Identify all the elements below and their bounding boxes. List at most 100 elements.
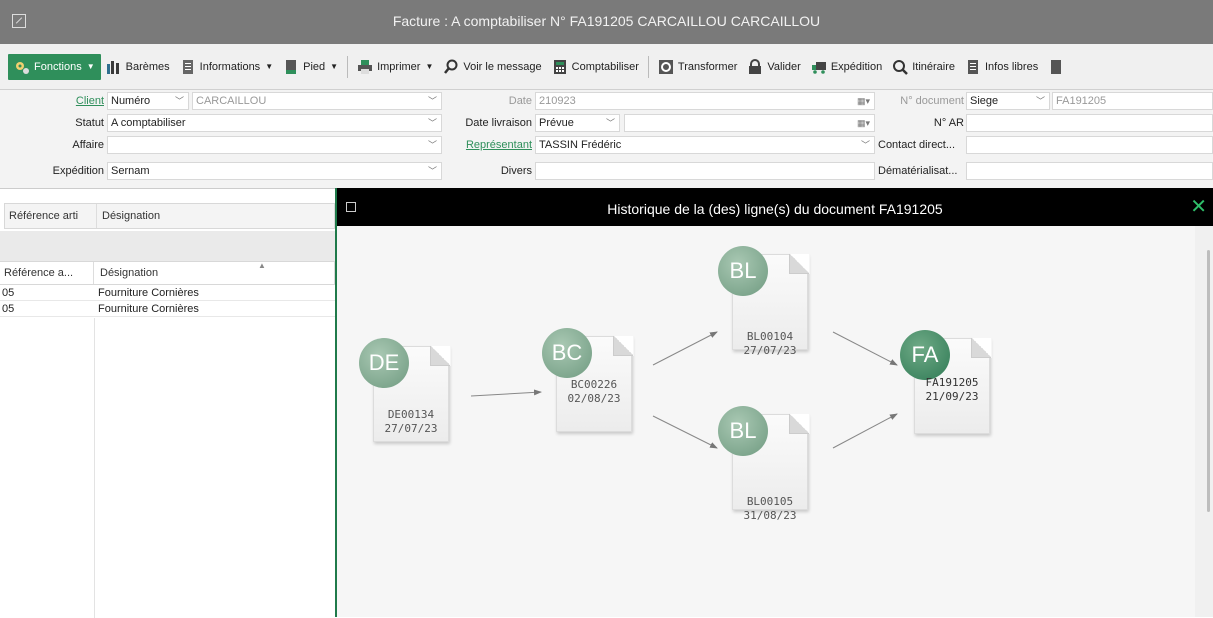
comptabiliser-label: Comptabiliser (571, 60, 639, 73)
column-header-designation[interactable]: Désignation (96, 262, 276, 284)
chevron-down-icon: ﹀ (174, 96, 184, 106)
client-value: CARCAILLOU (196, 95, 267, 107)
calendar-icon[interactable]: ▦▾ (857, 93, 870, 109)
chevron-down-icon: ▼ (425, 62, 434, 71)
contact-direct-field[interactable] (966, 136, 1213, 154)
column-header-reference[interactable]: Référence a... (0, 262, 94, 284)
infos-libres-label: Infos libres (985, 60, 1039, 73)
divers-field[interactable] (535, 162, 875, 180)
chevron-down-icon: ﹀ (427, 166, 437, 176)
toolbar: Fonctions ▼ Barèmes Informations ▼ Pied … (0, 44, 1213, 90)
window-title: Facture : A comptabiliser N° FA191205 CA… (392, 13, 821, 29)
chevron-down-icon: ﹀ (427, 96, 437, 106)
filter-designation[interactable]: Désignation (98, 204, 336, 228)
client-link[interactable]: Client (40, 92, 104, 110)
calendar-icon[interactable]: ▦▾ (857, 115, 870, 131)
footer-icon (283, 59, 299, 75)
chevron-down-icon: ﹀ (427, 140, 437, 150)
scrollbar-thumb[interactable] (1207, 250, 1210, 512)
itineraire-button[interactable]: Itinéraire (887, 54, 960, 80)
row-reference: 05 (2, 287, 15, 299)
group-band (0, 231, 335, 261)
informations-button[interactable]: Informations ▼ (175, 54, 278, 80)
doc-type-badge: BL (718, 406, 768, 456)
statut-value: A comptabiliser (111, 117, 186, 129)
itineraire-label: Itinéraire (912, 60, 955, 73)
chevron-down-icon: ▼ (330, 62, 339, 71)
valider-button[interactable]: Valider (742, 54, 805, 80)
magnifier-icon (443, 59, 459, 75)
affaire-select[interactable]: ﹀ (107, 136, 442, 154)
page-fold-icon (789, 414, 809, 434)
baremes-button[interactable]: Barèmes (101, 54, 175, 80)
overflow-button[interactable] (1043, 54, 1073, 80)
expedition-select[interactable]: Sernam ﹀ (107, 162, 442, 180)
doc-date: 31/08/23 (743, 509, 797, 522)
page-fold-icon (789, 254, 809, 274)
expedition-label: Expédition (52, 165, 104, 177)
expedition-value: Sernam (111, 165, 150, 177)
n-ar-label: N° AR (933, 117, 964, 129)
representant-link[interactable]: Représentant (450, 136, 532, 154)
site-select[interactable]: Siege ﹀ (966, 92, 1050, 110)
date-field[interactable]: 210923 ▦▾ (535, 92, 875, 110)
fonctions-label: Fonctions (34, 60, 82, 73)
date-livraison-select[interactable]: Prévue ﹀ (535, 114, 620, 132)
doc-date: 02/08/23 (567, 392, 621, 405)
truck-icon (811, 59, 827, 75)
row-reference: 05 (2, 303, 15, 315)
infos-libres-button[interactable]: Infos libres (960, 54, 1043, 80)
table-row[interactable]: 05 Fourniture Cornières (0, 286, 335, 301)
filter-reference[interactable]: Référence arti (5, 204, 97, 228)
comptabiliser-button[interactable]: Comptabiliser (547, 54, 644, 80)
valider-label: Valider (767, 60, 801, 73)
document-header-form: Client Numéro ﹀ CARCAILLOU ﹀ Date 210923… (0, 90, 1213, 188)
column-divider (94, 318, 95, 618)
client-type-select[interactable]: Numéro ﹀ (107, 92, 189, 110)
scrollbar-track[interactable] (1195, 226, 1213, 617)
chevron-down-icon: ﹀ (605, 118, 615, 128)
history-node-de[interactable]: DE DE00134 27/07/23 (359, 338, 459, 448)
dematerialisation-field[interactable] (966, 162, 1213, 180)
transformer-button[interactable]: Transformer (653, 54, 743, 80)
voir-message-button[interactable]: Voir le message (438, 54, 546, 80)
n-document-field[interactable]: FA191205 (1052, 92, 1213, 110)
expedition-label: Expédition (830, 60, 883, 73)
grid-header: Référence a... Désignation ▲ (0, 261, 335, 285)
toolbar-separator (347, 55, 349, 78)
printer-icon (357, 59, 373, 75)
history-node-bc[interactable]: BC BC00226 02/08/23 (542, 328, 642, 438)
date-livraison-field[interactable]: ▦▾ (624, 114, 875, 132)
representant-select[interactable]: TASSIN Frédéric ﹀ (535, 136, 875, 154)
n-document-value: FA191205 (1056, 95, 1107, 107)
n-ar-field[interactable] (966, 114, 1213, 132)
client-field[interactable]: CARCAILLOU ﹀ (192, 92, 442, 110)
doc-date: 27/07/23 (384, 422, 438, 435)
table-row[interactable]: 05 Fourniture Cornières (0, 302, 335, 317)
imprimer-button[interactable]: Imprimer ▼ (352, 54, 438, 80)
client-type-value: Numéro (111, 95, 151, 107)
chevron-down-icon: ▼ (86, 62, 95, 71)
pied-button[interactable]: Pied ▼ (278, 54, 343, 80)
history-node-bl104[interactable]: BL BL00104 27/07/23 (718, 246, 818, 357)
history-node-fa[interactable]: FA FA191205 21/09/23 (900, 330, 1000, 440)
doc-number: BL00104 (746, 330, 794, 343)
expedition-button[interactable]: Expédition (806, 54, 887, 80)
link-bc-bl104 (652, 331, 718, 366)
link-bl104-fa (832, 331, 898, 366)
statut-select[interactable]: A comptabiliser ﹀ (107, 114, 442, 132)
link-de-bc (470, 389, 542, 397)
page-fold-icon (430, 346, 450, 366)
page-fold-icon (971, 338, 991, 358)
lines-grid-panel: Référence arti Désignation Référence a..… (0, 188, 336, 618)
doc-type-badge: BC (542, 328, 592, 378)
fonctions-button[interactable]: Fonctions ▼ (8, 53, 101, 80)
transformer-label: Transformer (677, 60, 738, 73)
representant-value: TASSIN Frédéric (539, 139, 622, 151)
doc-type-badge: BL (718, 246, 768, 296)
doc-number: DE00134 (387, 408, 435, 421)
affaire-label: Affaire (72, 139, 104, 151)
history-node-bl105[interactable]: BL BL00105 31/08/23 (718, 406, 818, 522)
close-icon[interactable]: ✕ (1190, 197, 1207, 217)
document-icon (1048, 59, 1064, 75)
